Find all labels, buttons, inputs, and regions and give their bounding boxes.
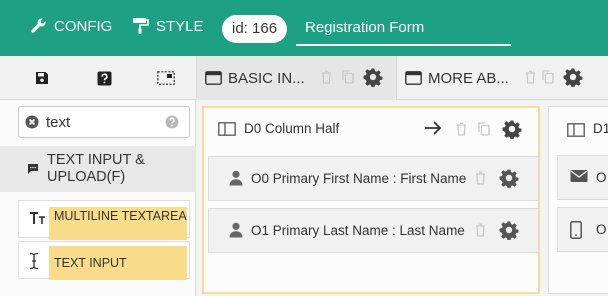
style-label: STYLE [156,17,204,35]
text-cursor-icon [29,252,39,270]
gear-icon[interactable] [502,119,522,139]
field-label: O0 Primary First Name : First Name [251,171,467,186]
window-icon [205,71,222,85]
copy-icon[interactable] [342,70,354,84]
envelope-icon [570,170,588,182]
column-label: D0 Column Half [244,121,340,136]
save-button[interactable] [22,56,62,100]
field-label: O1 Primary Last Name : Last Name [251,223,465,238]
component-search-input[interactable]: text [18,106,190,138]
component-panel: text TEXT INPUT & UPLOAD(F) MULTILINE TE… [0,100,196,296]
component-text-input[interactable]: TEXT INPUT [18,241,190,280]
copy-icon[interactable] [478,122,490,136]
column-d1[interactable]: D1 O O [548,106,608,294]
tab-basic-info[interactable]: BASIC IN... [196,56,396,100]
trash-icon[interactable] [525,70,536,84]
comment-icon [28,164,38,174]
config-label: CONFIG [54,17,113,35]
field-label: O [596,222,607,237]
column-d0[interactable]: D0 Column Half O0 Primary First Name : F… [202,106,540,294]
form-canvas: D0 Column Half O0 Primary First Name : F… [196,100,608,296]
search-value: text [46,114,71,131]
gear-icon[interactable] [499,220,519,240]
config-button[interactable]: CONFIG [30,17,112,35]
question-square-icon [97,71,111,85]
gear-icon[interactable] [563,67,583,87]
gear-icon[interactable] [363,67,383,87]
column-label: D1 [593,121,608,136]
paint-roller-icon [133,18,149,34]
help-button[interactable] [84,56,124,100]
layout-icon [157,71,175,85]
text-size-icon [30,212,45,224]
column-layout-icon [218,122,236,136]
gear-icon[interactable] [499,168,519,188]
category-label: TEXT INPUT & UPLOAD(F) [47,152,145,185]
tab-more-about-label: MORE AB... [428,69,509,87]
component-multiline-textarea[interactable]: MULTILINE TEXTAREA [18,200,190,240]
layout-toggle-button[interactable] [146,56,186,100]
save-icon [36,72,48,84]
trash-icon[interactable] [475,171,486,185]
component-label: MULTILINE TEXTAREA [49,207,187,240]
user-icon [229,222,243,238]
wrench-icon [31,18,46,33]
help-circle-icon[interactable] [165,115,179,129]
window-icon [405,71,422,85]
style-button[interactable]: STYLE [132,17,204,35]
top-bar: CONFIG STYLE id: 166 Registration Form [0,0,608,56]
field-label: O [596,170,607,185]
category-header[interactable]: TEXT INPUT & UPLOAD(F) [0,146,196,192]
form-id-badge: id: 166 [222,15,288,43]
field-last-name[interactable]: O1 Primary Last Name : Last Name [208,208,539,253]
column-header: D0 Column Half [204,108,538,150]
copy-icon[interactable] [542,70,554,84]
field-phone[interactable]: O [557,207,608,252]
toolbar: BASIC IN... MORE AB... [0,56,608,100]
tab-basic-info-label: BASIC IN... [228,69,305,87]
column-layout-icon [567,123,585,137]
component-label: TEXT INPUT [49,246,187,280]
trash-icon[interactable] [475,223,486,237]
tab-more-about[interactable]: MORE AB... [396,56,608,100]
user-icon [229,170,243,186]
trash-icon[interactable] [456,122,467,136]
field-email[interactable]: O [557,155,608,200]
form-title-input[interactable]: Registration Form [296,10,511,46]
field-first-name[interactable]: O0 Primary First Name : First Name [208,156,539,201]
arrow-right-icon[interactable] [424,120,442,136]
mobile-phone-icon [570,221,582,239]
clear-search-icon[interactable] [25,115,39,129]
trash-icon[interactable] [321,70,332,84]
